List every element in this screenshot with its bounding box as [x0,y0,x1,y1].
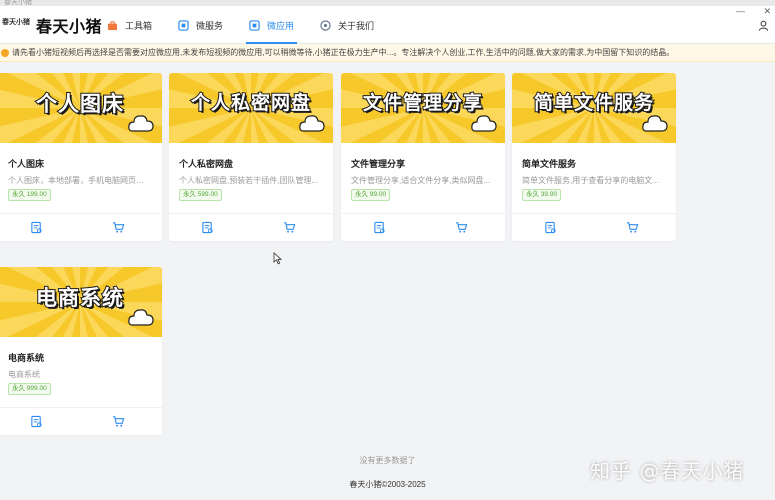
app-card[interactable]: 个人图床 个人图床 个人图床，本地部署，手机电脑网页同... 永久 199.00 [0,73,162,241]
price-tag: 永久 999.00 [8,383,51,395]
logo: 春天小猪 [2,19,30,26]
detail-icon[interactable] [544,221,557,234]
app-header: 春天小猪 春天小猪 工具箱 微服务 微应用 关于我们 — ✕ [0,6,775,44]
notice-bar: 请先看小猪短视频后再选择是否需要对应微应用,未发布短视频的微应用,可以稍微等待,… [0,44,775,62]
nav-label: 微应用 [267,20,295,31]
card-actions [0,213,162,241]
user-icon[interactable] [758,20,769,31]
cart-icon[interactable] [626,221,639,234]
card-actions [0,407,162,435]
nav-services[interactable]: 微服务 [175,6,226,44]
cart-icon[interactable] [455,221,468,234]
close-icon[interactable]: ✕ [763,6,771,17]
card-banner: 简单文件服务 [512,73,676,143]
service-icon [178,19,189,31]
cart-icon[interactable] [112,415,125,428]
cloud-icon [471,115,497,132]
toolbox-icon [107,20,118,30]
watermark: 知乎 @春天小猪 [590,459,745,483]
card-title: 个人图床 [8,159,45,169]
price-tag: 永久 599.00 [179,189,222,201]
banner-title: 简单文件服务 [533,91,654,115]
card-title: 电商系统 [8,353,45,363]
notice-icon [1,49,9,57]
card-banner: 电商系统 [0,267,162,337]
cloud-icon [128,115,154,132]
card-description: 文件管理分享,适合文件分享,类似网盘... [351,176,491,185]
card-title: 文件管理分享 [351,159,406,169]
detail-icon[interactable] [201,221,214,234]
detail-icon[interactable] [30,221,43,234]
cloud-icon [642,115,668,132]
app-card[interactable]: 个人私密网盘 个人私密网盘 个人私密网盘,预装若干插件,团队管理... 永久 5… [169,73,333,241]
card-description: 电商系统 [8,370,40,379]
app-card[interactable]: 电商系统 电商系统 电商系统 永久 999.00 [0,267,162,435]
nav-toolbox[interactable]: 工具箱 [104,6,155,44]
card-banner: 个人私密网盘 [169,73,333,143]
nav-label: 工具箱 [125,20,153,31]
card-actions [512,213,676,241]
minimize-icon[interactable]: — [736,6,745,16]
notice-text: 请先看小猪短视频后再选择是否需要对应微应用,未发布短视频的微应用,可以稍微等待,… [12,48,675,57]
app-brand: 春天小猪 [36,19,103,36]
card-title: 个人私密网盘 [179,159,234,169]
banner-title: 文件管理分享 [362,91,483,115]
card-title: 简单文件服务 [522,159,577,169]
card-banner: 文件管理分享 [341,73,505,143]
card-description: 简单文件服务,用于查看分享的电脑文... [522,176,659,185]
info-icon [320,19,331,31]
price-tag: 永久 199.00 [8,189,51,201]
banner-title: 个人私密网盘 [190,91,311,115]
nav-label: 微服务 [196,20,224,31]
price-tag: 永久 99.00 [351,189,391,201]
card-description: 个人图床，本地部署，手机电脑网页同... [8,176,148,185]
detail-icon[interactable] [373,221,386,234]
nav-micro-apps[interactable]: 微应用 [246,6,298,44]
price-tag: 永久 39.90 [522,189,562,201]
app-icon [249,19,260,31]
cart-icon[interactable] [112,221,125,234]
app-card[interactable]: 简单文件服务 简单文件服务 简单文件服务,用于查看分享的电脑文... 永久 39… [512,73,676,241]
card-banner: 个人图床 [0,73,162,143]
cart-icon[interactable] [283,221,296,234]
app-card[interactable]: 文件管理分享 文件管理分享 文件管理分享,适合文件分享,类似网盘... 永久 9… [341,73,505,241]
cloud-icon [299,115,325,132]
main-nav: 工具箱 微服务 微应用 关于我们 [104,6,397,44]
nav-label: 关于我们 [338,20,375,31]
card-actions [169,213,333,241]
cloud-icon [128,309,154,326]
card-description: 个人私密网盘,预装若干插件,团队管理... [179,176,319,185]
card-actions [341,213,505,241]
detail-icon[interactable] [30,415,43,428]
nav-about[interactable]: 关于我们 [317,6,377,44]
mouse-cursor-icon [273,252,282,265]
